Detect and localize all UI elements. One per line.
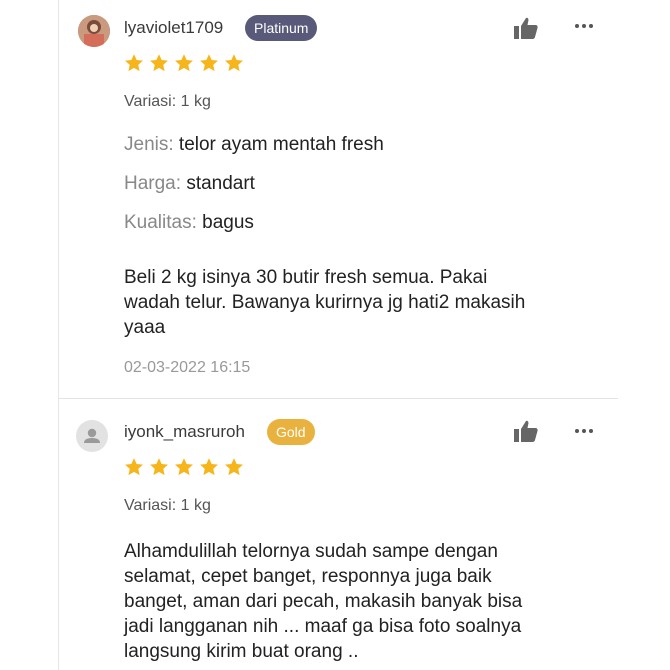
attribute-key: Harga: bbox=[124, 173, 182, 194]
review-text-line: jadi langganan nih ... maaf ga bisa foto… bbox=[124, 616, 522, 637]
star-rating bbox=[124, 457, 244, 479]
star-rating bbox=[124, 53, 244, 75]
attribute-jenis: Jenis: telor ayam mentah fresh bbox=[124, 134, 384, 156]
star-icon bbox=[200, 458, 218, 476]
review-text-line: langsung kirim buat orang .. bbox=[124, 641, 359, 662]
status-badge: Gold bbox=[267, 419, 315, 445]
star-icon bbox=[125, 458, 143, 476]
star-icon bbox=[150, 54, 168, 72]
review-text-line: Beli 2 kg isinya 30 butir fresh semua. P… bbox=[124, 267, 488, 288]
thumbs-up-icon[interactable] bbox=[513, 419, 539, 443]
star-icon bbox=[200, 54, 218, 72]
divider bbox=[58, 398, 618, 399]
avatar[interactable] bbox=[78, 15, 110, 47]
review-text: Alhamdulillah telornya sudah sampe denga… bbox=[124, 539, 522, 664]
attribute-key: Jenis: bbox=[124, 134, 174, 155]
review-text-line: selamat, cepet banget, responnya juga ba… bbox=[124, 566, 492, 587]
attribute-value: bagus bbox=[202, 212, 254, 233]
review-text-line: banget, aman dari pecah, makasih banyak … bbox=[124, 591, 523, 612]
status-badge: Platinum bbox=[245, 15, 318, 41]
avatar[interactable] bbox=[76, 420, 108, 452]
left-border bbox=[58, 0, 59, 670]
star-icon bbox=[225, 54, 243, 72]
attribute-harga: Harga: standart bbox=[124, 173, 255, 195]
username[interactable]: lyaviolet1709 bbox=[124, 18, 223, 38]
star-icon bbox=[175, 54, 193, 72]
review-text: Beli 2 kg isinya 30 butir fresh semua. P… bbox=[124, 265, 525, 340]
review-list: lyaviolet1709 Platinum Variasi: 1 kg Jen… bbox=[0, 0, 670, 670]
star-icon bbox=[225, 458, 243, 476]
more-options-icon[interactable] bbox=[575, 22, 597, 30]
star-icon bbox=[125, 54, 143, 72]
star-icon bbox=[150, 458, 168, 476]
review-text-line: Alhamdulillah telornya sudah sampe denga… bbox=[124, 541, 498, 562]
attribute-key: Kualitas: bbox=[124, 212, 197, 233]
review-text-line: yaaa bbox=[124, 317, 166, 338]
attribute-kualitas: Kualitas: bagus bbox=[124, 212, 254, 234]
attribute-value: standart bbox=[186, 173, 255, 194]
review-text-line: wadah telur. Bawanya kurirnya jg hati2 m… bbox=[124, 292, 526, 313]
variation-label: Variasi: 1 kg bbox=[124, 497, 211, 514]
attribute-value: telor ayam mentah fresh bbox=[178, 134, 384, 155]
variation-label: Variasi: 1 kg bbox=[124, 93, 211, 110]
review-date: 02-03-2022 16:15 bbox=[124, 359, 251, 376]
thumbs-up-icon[interactable] bbox=[513, 16, 539, 40]
more-options-icon[interactable] bbox=[575, 427, 597, 435]
username[interactable]: iyonk_masruroh bbox=[124, 422, 245, 442]
star-icon bbox=[175, 458, 193, 476]
